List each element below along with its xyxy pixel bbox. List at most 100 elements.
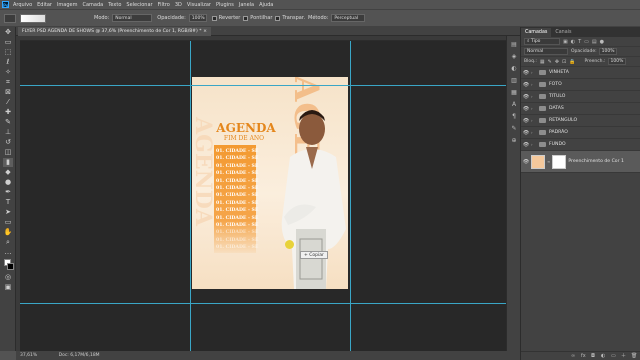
menu-visualizar[interactable]: Visualizar bbox=[187, 2, 211, 8]
blend-mode-select[interactable]: Normal bbox=[524, 48, 568, 55]
method-select[interactable]: Perceptual bbox=[331, 14, 366, 22]
opacity-input[interactable]: 100% bbox=[188, 14, 207, 22]
path-selection-tool-icon[interactable]: ➤ bbox=[3, 208, 13, 217]
menu-3d[interactable]: 3D bbox=[175, 2, 182, 8]
mode-select[interactable]: Normal bbox=[112, 14, 153, 22]
visibility-eye-icon[interactable]: 👁 bbox=[521, 130, 531, 136]
magic-wand-tool-icon[interactable]: ✧ bbox=[3, 68, 13, 77]
marquee-tool-icon[interactable]: ⬚ bbox=[3, 48, 13, 57]
layer-filter-select[interactable]: ⌕ Tipo bbox=[524, 38, 560, 45]
libraries-panel-icon[interactable]: ▥ bbox=[510, 77, 518, 84]
layer-group-name[interactable]: FUNDO bbox=[549, 142, 566, 147]
layer-mask-thumbnail[interactable] bbox=[552, 154, 567, 169]
lock-icons[interactable]: ▦✎✥⊡🔒 bbox=[540, 59, 579, 65]
expand-arrow-icon[interactable]: › bbox=[531, 118, 536, 123]
frame-tool-icon[interactable]: ⊠ bbox=[3, 88, 13, 97]
menu-arquivo[interactable]: Arquivo bbox=[13, 2, 32, 8]
tab-camadas[interactable]: Camadas bbox=[521, 28, 552, 37]
zoom-level[interactable]: 37,61% bbox=[20, 353, 37, 358]
brush-tool-icon[interactable]: ✎ bbox=[3, 118, 13, 127]
dodge-tool-icon[interactable]: ● bbox=[3, 178, 13, 187]
layer-group-name[interactable]: FOTO bbox=[549, 82, 562, 87]
layer-group-row[interactable]: 👁 › RETANGULO bbox=[521, 115, 640, 127]
gradient-tool-icon[interactable] bbox=[4, 13, 16, 23]
swatches-panel-icon[interactable]: ▦ bbox=[510, 89, 518, 96]
stamp-tool-icon[interactable]: ⊥ bbox=[3, 128, 13, 137]
visibility-eye-icon[interactable]: 👁 bbox=[521, 70, 531, 76]
quick-mask-icon[interactable]: ◎ bbox=[3, 273, 13, 282]
color-swatches-icon[interactable] bbox=[3, 258, 14, 272]
expand-arrow-icon[interactable]: › bbox=[531, 94, 536, 99]
new-layer-icon[interactable]: ＋ bbox=[621, 353, 627, 359]
menu-ajuda[interactable]: Ajuda bbox=[259, 2, 273, 8]
layer-group-name[interactable]: PADRÃO bbox=[549, 130, 568, 135]
screen-mode-icon[interactable]: ▣ bbox=[3, 283, 13, 292]
document-canvas[interactable]: AGENDA AGENDA AGENDA FIM DE ANO 01. CIDA… bbox=[20, 41, 520, 351]
close-tab-icon[interactable]: × bbox=[203, 29, 207, 34]
new-group-icon[interactable]: ▭ bbox=[611, 353, 617, 359]
layer-group-row[interactable]: 👁 › TITULO bbox=[521, 91, 640, 103]
eyedropper-tool-icon[interactable]: ⁄ bbox=[3, 98, 13, 107]
filter-type-icons[interactable]: ▣◐T▭▤● bbox=[563, 39, 607, 45]
gradient-picker[interactable] bbox=[20, 13, 46, 23]
hand-tool-icon[interactable]: ✋ bbox=[3, 228, 13, 237]
expand-arrow-icon[interactable]: › bbox=[531, 130, 536, 135]
lasso-tool-icon[interactable]: ℓ bbox=[3, 58, 13, 67]
menu-imagem[interactable]: Imagem bbox=[57, 2, 78, 8]
layer-name[interactable]: Preenchimento de Cor 1 bbox=[568, 159, 624, 164]
history-brush-tool-icon[interactable]: ↺ bbox=[3, 138, 13, 147]
menu-janela[interactable]: Janela bbox=[239, 2, 254, 8]
artboard-tool-icon[interactable]: ▭ bbox=[3, 38, 13, 47]
layer-row-selected[interactable]: 👁 ∞ Preenchimento de Cor 1 bbox=[521, 151, 640, 173]
menu-selecionar[interactable]: Selecionar bbox=[126, 2, 152, 8]
visibility-eye-icon[interactable]: 👁 bbox=[521, 94, 531, 100]
transparency-checkbox[interactable] bbox=[275, 15, 281, 21]
layer-group-name[interactable]: DATAS bbox=[549, 106, 564, 111]
layer-group-name[interactable]: VINHETA bbox=[549, 70, 569, 75]
properties-panel-icon[interactable]: ◈ bbox=[510, 53, 518, 60]
expand-arrow-icon[interactable]: › bbox=[531, 82, 536, 87]
eraser-tool-icon[interactable]: ◫ bbox=[3, 148, 13, 157]
zoom-tool-icon[interactable]: ⌕ bbox=[3, 238, 13, 247]
link-layers-icon[interactable]: ∞ bbox=[571, 353, 577, 359]
guide-horizontal-top[interactable] bbox=[20, 85, 520, 86]
layer-group-name[interactable]: RETANGULO bbox=[549, 118, 577, 123]
pen-tool-icon[interactable]: ✒ bbox=[3, 188, 13, 197]
delete-layer-icon[interactable]: 🗑 bbox=[631, 353, 637, 359]
link-icon[interactable]: ∞ bbox=[547, 159, 550, 164]
brushes-panel-icon[interactable]: ✎ bbox=[510, 125, 518, 132]
document-tab[interactable]: FLYER PSD AGENDA DE SHOWS @ 37,6% (Preen… bbox=[18, 27, 211, 36]
menu-plugins[interactable]: Plugins bbox=[216, 2, 234, 8]
visibility-eye-icon[interactable]: 👁 bbox=[521, 118, 531, 124]
history-panel-icon[interactable]: ▤ bbox=[510, 41, 518, 48]
shape-tool-icon[interactable]: ▭ bbox=[3, 218, 13, 227]
move-tool-icon[interactable]: ✥ bbox=[3, 28, 13, 37]
character-panel-icon[interactable]: A bbox=[510, 101, 518, 108]
menu-editar[interactable]: Editar bbox=[37, 2, 52, 8]
visibility-eye-icon[interactable]: 👁 bbox=[521, 142, 531, 148]
layer-group-row[interactable]: 👁 › DATAS bbox=[521, 103, 640, 115]
adjustments-panel-icon[interactable]: ◐ bbox=[510, 65, 518, 72]
fill-input[interactable]: 100% bbox=[607, 58, 626, 65]
healing-brush-tool-icon[interactable]: ✚ bbox=[3, 108, 13, 117]
menu-filtro[interactable]: Filtro bbox=[158, 2, 170, 8]
reverse-checkbox[interactable] bbox=[211, 15, 217, 21]
blur-tool-icon[interactable]: ◆ bbox=[3, 168, 13, 177]
fx-icon[interactable]: fx bbox=[581, 353, 587, 359]
paragraph-panel-icon[interactable]: ¶ bbox=[510, 113, 518, 120]
layer-group-row[interactable]: 👁 › FOTO bbox=[521, 79, 640, 91]
guide-horizontal-bottom[interactable] bbox=[20, 303, 520, 304]
visibility-eye-icon[interactable]: 👁 bbox=[521, 159, 531, 165]
visibility-eye-icon[interactable]: 👁 bbox=[521, 106, 531, 112]
adjustment-layer-icon[interactable]: ◐ bbox=[601, 353, 607, 359]
menu-texto[interactable]: Texto bbox=[108, 2, 121, 8]
crop-tool-icon[interactable]: ⌗ bbox=[3, 78, 13, 87]
layer-group-row[interactable]: 👁 › FUNDO bbox=[521, 139, 640, 151]
visibility-eye-icon[interactable]: 👁 bbox=[521, 82, 531, 88]
gradient-tool-icon[interactable]: ▮ bbox=[3, 158, 13, 167]
layer-group-row[interactable]: 👁 › VINHETA bbox=[521, 67, 640, 79]
layer-group-row[interactable]: 👁 › PADRÃO bbox=[521, 127, 640, 139]
guide-vertical-right[interactable] bbox=[350, 41, 351, 351]
type-tool-icon[interactable]: T bbox=[3, 198, 13, 207]
guide-vertical-left[interactable] bbox=[190, 41, 191, 351]
